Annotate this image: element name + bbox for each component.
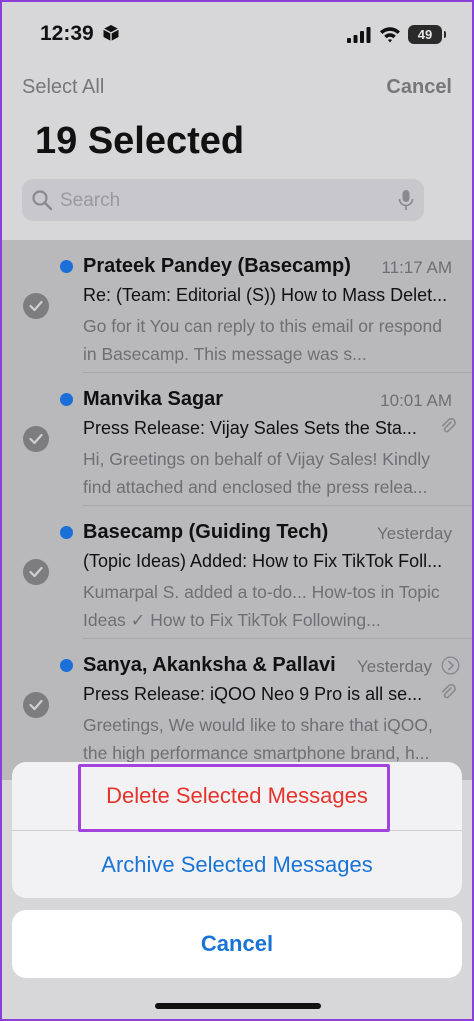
message-time: Yesterday bbox=[357, 657, 432, 676]
message-subject: Re: (Team: Editorial (S)) How to Mass De… bbox=[83, 285, 448, 305]
attachment-icon bbox=[441, 417, 456, 433]
action-sheet: Delete Selected Messages Archive Selecte… bbox=[12, 762, 462, 898]
message-preview: Kumarpal S. added a to-do... How-tos in … bbox=[83, 582, 440, 630]
message-preview: Hi, Greetings on behalf of Vijay Sales! … bbox=[83, 449, 430, 497]
message-row[interactable]: Manvika Sagar 10:01 AM Press Release: Vi… bbox=[2, 373, 472, 505]
archive-selected-button[interactable]: Archive Selected Messages bbox=[12, 831, 462, 898]
home-indicator[interactable] bbox=[155, 1003, 321, 1009]
attachment-icon bbox=[441, 683, 456, 699]
package-icon bbox=[103, 25, 119, 41]
unread-dot-icon bbox=[60, 659, 73, 672]
message-row[interactable]: Sanya, Akanksha & Pallavi Yesterday Pres… bbox=[2, 639, 472, 771]
search-bar[interactable] bbox=[22, 179, 424, 221]
message-subject: Press Release: iQOO Neo 9 Pro is all se.… bbox=[83, 684, 423, 704]
selected-checkmark-icon[interactable] bbox=[23, 293, 49, 319]
message-subject: Press Release: Vijay Sales Sets the Sta.… bbox=[83, 418, 417, 438]
selected-checkmark-icon[interactable] bbox=[23, 692, 49, 718]
unread-dot-icon bbox=[60, 393, 73, 406]
status-time: 12:39 bbox=[40, 22, 94, 45]
wifi-icon bbox=[380, 27, 400, 43]
status-bar: 12:39 49 bbox=[2, 2, 472, 68]
message-list: Prateek Pandey (Basecamp) 11:17 AM Re: (… bbox=[2, 240, 472, 780]
search-input[interactable] bbox=[58, 186, 402, 216]
page-title: 19 Selected bbox=[35, 120, 245, 162]
microphone-icon[interactable] bbox=[398, 189, 414, 211]
search-icon bbox=[32, 190, 53, 211]
message-row[interactable]: Basecamp (Guiding Tech) Yesterday (Topic… bbox=[2, 506, 472, 638]
mail-edit-screen: 12:39 49 Select All Cancel 19 Selected S… bbox=[0, 0, 474, 1021]
message-time: 11:17 AM bbox=[381, 258, 452, 277]
selected-checkmark-icon[interactable] bbox=[23, 559, 49, 585]
cancel-sheet-button[interactable]: Cancel bbox=[12, 910, 462, 978]
message-time: Yesterday bbox=[377, 524, 452, 543]
message-preview: Go for it You can reply to this email or… bbox=[83, 316, 442, 364]
message-time: 10:01 AM bbox=[380, 391, 452, 410]
cancel-edit-button[interactable]: Cancel bbox=[386, 76, 452, 99]
message-preview: Greetings, We would like to share that i… bbox=[83, 715, 433, 763]
battery-indicator: 49 bbox=[408, 25, 446, 44]
message-sender: Sanya, Akanksha & Pallavi bbox=[83, 654, 336, 676]
message-row[interactable]: Prateek Pandey (Basecamp) 11:17 AM Re: (… bbox=[2, 240, 472, 372]
select-all-button[interactable]: Select All bbox=[22, 76, 104, 99]
highlight-box bbox=[78, 764, 390, 832]
message-sender: Basecamp (Guiding Tech) bbox=[83, 521, 329, 543]
unread-dot-icon bbox=[60, 526, 73, 539]
message-subject: (Topic Ideas) Added: How to Fix TikTok F… bbox=[83, 551, 443, 571]
cellular-signal-icon bbox=[347, 27, 371, 43]
message-sender: Manvika Sagar bbox=[83, 388, 224, 410]
message-sender: Prateek Pandey (Basecamp) bbox=[83, 255, 351, 277]
thread-chevron-icon[interactable] bbox=[441, 656, 460, 675]
unread-dot-icon bbox=[60, 260, 73, 273]
selected-checkmark-icon[interactable] bbox=[23, 426, 49, 452]
